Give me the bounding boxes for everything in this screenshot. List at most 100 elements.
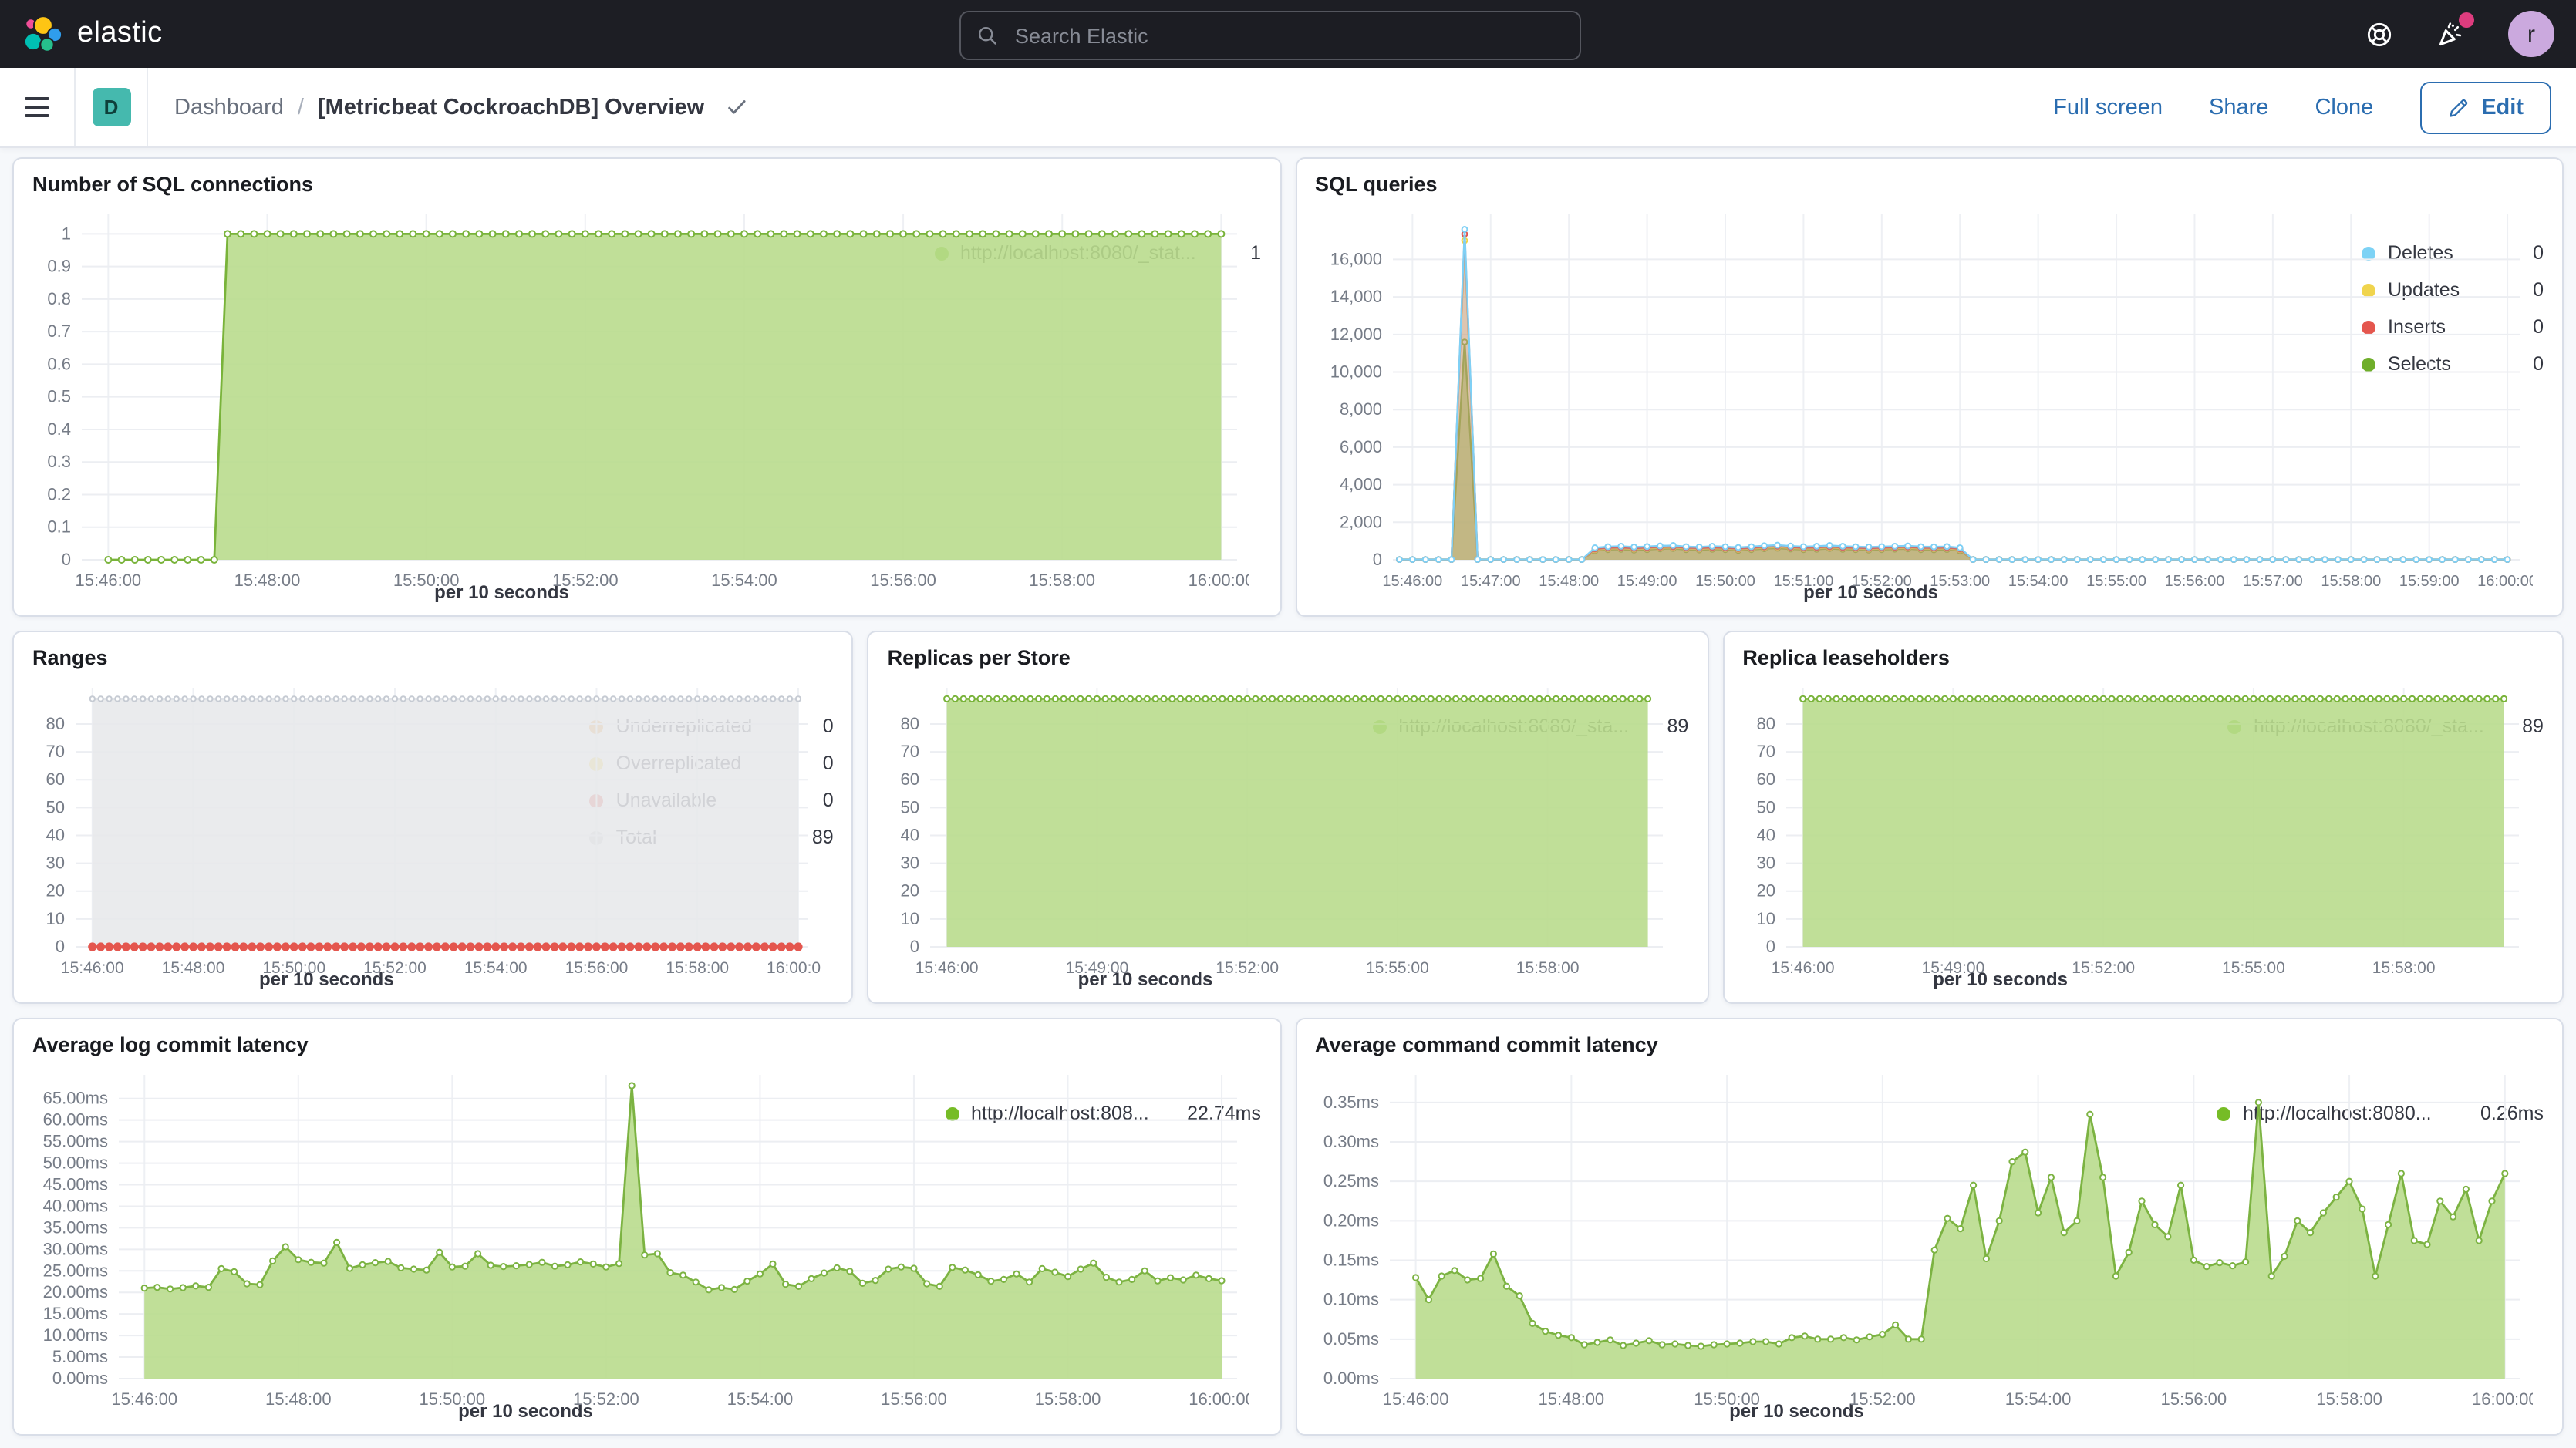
svg-text:15:50:00: 15:50:00	[1693, 1389, 1759, 1409]
svg-text:15:54:00: 15:54:00	[727, 1389, 794, 1409]
svg-text:0.2: 0.2	[47, 484, 71, 503]
svg-text:15:48:00: 15:48:00	[234, 571, 301, 590]
search-icon	[976, 25, 998, 46]
chart-plot-area[interactable]: 15:46:0015:49:0015:52:0015:55:0015:58:00…	[885, 672, 1360, 968]
chart-plot-area[interactable]: 15:46:0015:48:0015:50:0015:52:0015:54:00…	[29, 199, 922, 581]
svg-text:40.00ms: 40.00ms	[43, 1196, 108, 1215]
svg-text:15:52:00: 15:52:00	[1216, 959, 1280, 977]
chart-plot-area[interactable]: 15:46:0015:47:0015:48:0015:49:0015:50:00…	[1312, 199, 2349, 581]
svg-text:15:58:00: 15:58:00	[2315, 1389, 2382, 1409]
chart-canvas[interactable]: 15:46:0015:48:0015:50:0015:52:0015:54:00…	[29, 672, 821, 990]
chart-plot-area[interactable]: 15:46:0015:49:0015:52:0015:55:0015:58:00…	[1739, 672, 2215, 968]
svg-text:15:46:00: 15:46:00	[1381, 573, 1441, 590]
share-button[interactable]: Share	[2209, 95, 2268, 120]
svg-text:15.00ms: 15.00ms	[43, 1304, 108, 1323]
search-field[interactable]	[959, 11, 1581, 60]
panel-title: Ranges	[32, 646, 837, 669]
chart-plot-area[interactable]: 15:46:0015:48:0015:50:0015:52:0015:54:00…	[29, 672, 578, 968]
svg-text:20: 20	[1756, 881, 1775, 901]
space-badge-section: D	[76, 68, 148, 146]
svg-text:0.25ms: 0.25ms	[1323, 1171, 1378, 1190]
svg-text:15:48:00: 15:48:00	[162, 959, 225, 977]
svg-text:10.00ms: 10.00ms	[43, 1325, 108, 1345]
panel-sql-queries: SQL queries 15:46:0015:47:0015:48:0015:4…	[1295, 157, 2564, 617]
svg-text:16,000: 16,000	[1330, 249, 1381, 268]
svg-text:15:56:00: 15:56:00	[881, 1389, 947, 1409]
user-avatar[interactable]: r	[2508, 11, 2554, 57]
panel-replicas-per-store: Replicas per Store 15:46:0015:49:0015:52…	[868, 631, 1709, 1004]
elastic-logo-icon	[22, 13, 63, 55]
space-badge-letter: D	[104, 96, 119, 119]
svg-text:0.4: 0.4	[47, 419, 71, 439]
svg-text:0.00ms: 0.00ms	[52, 1369, 108, 1388]
svg-text:70: 70	[46, 742, 65, 761]
svg-text:16:00:00: 16:00:00	[2477, 573, 2532, 590]
clone-button[interactable]: Clone	[2315, 95, 2373, 120]
svg-text:15:58:00: 15:58:00	[2320, 573, 2380, 590]
panel-row: Average log commit latency 15:46:0015:48…	[12, 1018, 2564, 1436]
edit-button[interactable]: Edit	[2419, 81, 2551, 133]
panel-title: Average command commit latency	[1315, 1033, 2547, 1056]
svg-text:15:48:00: 15:48:00	[265, 1389, 332, 1409]
title-checkmark-icon[interactable]	[724, 96, 747, 119]
svg-text:15:50:00: 15:50:00	[420, 1389, 486, 1409]
chart-plot-area[interactable]: 15:46:0015:48:0015:50:0015:52:0015:54:00…	[1312, 1059, 2204, 1400]
chart-canvas[interactable]: 15:46:0015:48:0015:50:0015:52:0015:54:00…	[29, 1059, 1249, 1422]
svg-text:15:55:00: 15:55:00	[2085, 573, 2146, 590]
svg-text:15:56:00: 15:56:00	[2160, 1389, 2227, 1409]
panel-row: Number of SQL connections 15:46:0015:48:…	[12, 157, 2564, 617]
chart-canvas[interactable]: 15:46:0015:48:0015:50:0015:52:0015:54:00…	[29, 199, 1249, 603]
svg-text:10: 10	[1756, 909, 1775, 928]
svg-text:30.00ms: 30.00ms	[43, 1239, 108, 1258]
svg-text:40: 40	[1756, 825, 1775, 844]
whats-new-icon[interactable]	[2436, 19, 2466, 49]
global-search	[959, 11, 1581, 60]
breadcrumb-dashboard-link[interactable]: Dashboard	[174, 95, 284, 120]
chart-canvas[interactable]: 15:46:0015:49:0015:52:0015:55:0015:58:00…	[1739, 672, 2530, 990]
svg-text:60: 60	[1756, 769, 1775, 789]
svg-text:15:56:00: 15:56:00	[870, 571, 936, 590]
space-badge[interactable]: D	[92, 88, 130, 126]
svg-text:0.10ms: 0.10ms	[1323, 1290, 1378, 1309]
top-header-bar: elastic	[0, 0, 2576, 68]
svg-text:16:00:00: 16:00:00	[767, 959, 821, 977]
svg-text:60: 60	[46, 769, 65, 789]
svg-text:15:46:00: 15:46:00	[76, 571, 142, 590]
svg-text:0.5: 0.5	[47, 387, 71, 406]
panel-title: Replicas per Store	[888, 646, 1692, 669]
svg-text:15:55:00: 15:55:00	[1367, 959, 1430, 977]
svg-text:0: 0	[1765, 937, 1775, 956]
chart-plot-area[interactable]: 15:46:0015:48:0015:50:0015:52:0015:54:00…	[29, 1059, 932, 1400]
svg-text:0.1: 0.1	[47, 517, 71, 537]
chart-canvas[interactable]: 15:46:0015:47:0015:48:0015:49:0015:50:00…	[1312, 199, 2532, 603]
notification-dot	[2459, 12, 2474, 28]
svg-text:30: 30	[901, 854, 919, 873]
main-menu-button[interactable]	[0, 68, 76, 146]
svg-text:15:57:00: 15:57:00	[2242, 573, 2302, 590]
svg-text:60: 60	[901, 769, 919, 789]
chart-canvas[interactable]: 15:46:0015:49:0015:52:0015:55:0015:58:00…	[885, 672, 1676, 990]
panel-replica-leaseholders: Replica leaseholders 15:46:0015:49:0015:…	[1722, 631, 2564, 1004]
svg-text:50: 50	[1756, 797, 1775, 817]
svg-text:12,000: 12,000	[1330, 325, 1381, 344]
svg-text:0.30ms: 0.30ms	[1323, 1132, 1378, 1151]
svg-text:0: 0	[56, 937, 65, 956]
full-screen-button[interactable]: Full screen	[2053, 95, 2163, 120]
svg-text:15:58:00: 15:58:00	[666, 959, 729, 977]
svg-text:15:52:00: 15:52:00	[552, 571, 619, 590]
svg-text:16:00:00: 16:00:00	[2471, 1389, 2532, 1409]
search-input[interactable]	[1012, 22, 1564, 49]
svg-text:15:58:00: 15:58:00	[1029, 571, 1095, 590]
panel-title: SQL queries	[1315, 173, 2547, 196]
help-icon[interactable]	[2363, 19, 2394, 49]
elastic-brand[interactable]: elastic	[22, 13, 163, 55]
hamburger-icon	[25, 97, 49, 117]
chart-canvas[interactable]: 15:46:0015:48:0015:50:0015:52:0015:54:00…	[1312, 1059, 2532, 1422]
svg-text:15:48:00: 15:48:00	[1538, 573, 1598, 590]
panel-title: Replica leaseholders	[1742, 646, 2547, 669]
svg-text:15:52:00: 15:52:00	[1849, 1389, 1915, 1409]
svg-text:0.20ms: 0.20ms	[1323, 1211, 1378, 1230]
svg-text:20: 20	[46, 881, 65, 901]
svg-text:6,000: 6,000	[1339, 437, 1381, 456]
dashboard-toolbar: D Dashboard / [Metricbeat CockroachDB] O…	[0, 68, 2576, 148]
